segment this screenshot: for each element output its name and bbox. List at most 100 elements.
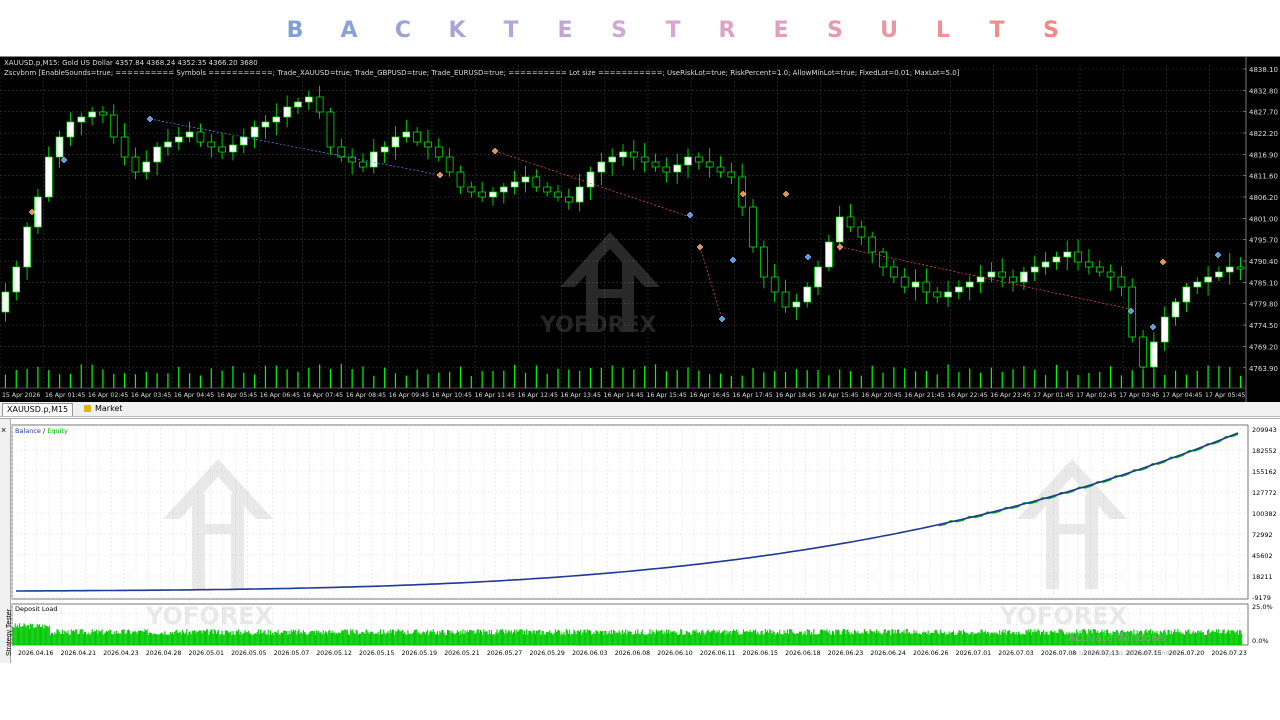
watermark-roof [560,232,660,287]
trade-arrow-icon [60,156,68,164]
balance-equity-graph[interactable]: 209943 182552 155162 127772 100382 72992 45602… [10,419,1280,663]
candle-body [630,151,638,158]
time-label: 16 Apr 15:45 [818,392,858,399]
time-label: 17 Apr 04:45 [1162,392,1202,399]
trade-arrow-icon [729,256,737,264]
time-label: 16 Apr 20:45 [861,392,901,399]
candle-body [413,131,421,143]
time-label: 16 Apr 03:45 [131,392,171,399]
candle-body [380,146,389,153]
date-label: 2026.06.23 [828,650,863,657]
candle-body [434,146,443,158]
candle-body [185,131,194,138]
candle-body [543,186,551,193]
candle-body [164,141,172,148]
time-label: 16 Apr 13:45 [561,392,601,399]
candle-body [987,271,996,278]
date-label: 2026.06.08 [615,650,650,657]
trade-arrow-icon [804,253,812,261]
candle-body [1215,271,1223,278]
time-label: 17 Apr 01:45 [1033,392,1073,399]
candle-body [261,121,270,128]
candle-body [12,266,21,293]
date-label: 2026.07.01 [956,650,991,657]
candle-body [294,101,302,108]
banner-letter: K [448,18,466,43]
time-label: 17 Apr 05:45 [1205,392,1245,399]
candle-body [1225,266,1234,273]
candle-body [424,141,432,148]
activate-windows-subtitle: Go to Settings to activate Windows. [1068,649,1184,657]
candle-body [965,281,974,288]
price-label: 4806.20 [1249,194,1278,202]
time-label: 16 Apr 18:45 [775,392,815,399]
balance-axis-label: -9179 [1252,594,1271,602]
candle-body [272,116,281,123]
candle-body [998,271,1007,278]
watermark-text: YOFOREX [145,602,274,630]
candle-body [55,136,64,158]
date-label: 2026.05.05 [231,650,266,657]
candle-body [532,176,541,188]
candle-body [88,111,96,118]
date-label: 2026.05.29 [529,650,564,657]
trade-arrow-icon [146,115,154,123]
candle-body [304,96,313,103]
candle-body [239,136,248,146]
deposit-axis-label: 0.0% [1252,637,1269,645]
balance-axis-label: 209943 [1252,426,1277,434]
banner-letter: T [503,18,519,43]
balance-axis-label: 127772 [1252,489,1277,497]
price-label: 4801.00 [1249,215,1278,223]
candle-body [1182,286,1191,303]
candle-body [835,216,844,243]
time-label: 16 Apr 07:45 [303,392,343,399]
candle-body [66,121,75,138]
candle-body [500,186,508,193]
candle-body [944,291,952,298]
price-label: 4785.10 [1249,279,1278,287]
balance-axis-label: 182552 [1252,447,1277,455]
candlestick-chart[interactable]: 4838.10 4832.80 4827.70 4822.20 4816.90 4811.… [0,57,1280,403]
candle-body [1052,256,1061,263]
candle-body [1106,271,1115,278]
candle-body [1150,341,1158,368]
balance-axis-label: 72992 [1252,531,1273,539]
candle-body [1041,261,1050,268]
trade-arrow-icon [1149,323,1157,331]
watermark-pillar [1085,494,1098,589]
price-label: 4832.80 [1249,87,1278,95]
candle-body [250,126,259,138]
price-label: 4763.90 [1249,365,1278,373]
time-label: 16 Apr 01:45 [45,392,85,399]
candle-body [662,166,671,173]
candle-body [705,161,714,168]
trade-arrow-icon [1159,258,1167,266]
price-chart-window[interactable]: 4838.10 4832.80 4827.70 4822.20 4816.90 4811.… [0,56,1280,403]
date-label: 2026.06.10 [657,650,692,657]
candle-body [1236,266,1245,270]
date-label: 2026.04.21 [61,650,96,657]
time-label: 17 Apr 02:45 [1076,392,1116,399]
candle-body [760,246,768,278]
trade-arrow-icon [696,243,704,251]
trade-arrow-icon [491,147,499,155]
candle-body [153,146,161,163]
tab-market[interactable]: Market [80,403,127,415]
price-label: 4790.40 [1249,258,1278,266]
tab-xauusd[interactable]: XAUUSD.p,M15 [2,403,74,416]
candle-body [890,266,898,278]
candle-body [684,156,692,166]
trade-arrow-icon [836,243,844,251]
candle-body [879,251,887,268]
candle-body [283,106,291,118]
candle-body [1160,316,1169,343]
candle-body [109,114,118,138]
deposit-load-title: Deposit Load [15,605,58,613]
candle-body [586,171,595,188]
time-label: 16 Apr 08:45 [346,392,386,399]
banner-letter: E [773,18,789,43]
candle-body [976,276,985,283]
candle-body [781,291,790,308]
close-icon[interactable]: × [1,425,6,435]
